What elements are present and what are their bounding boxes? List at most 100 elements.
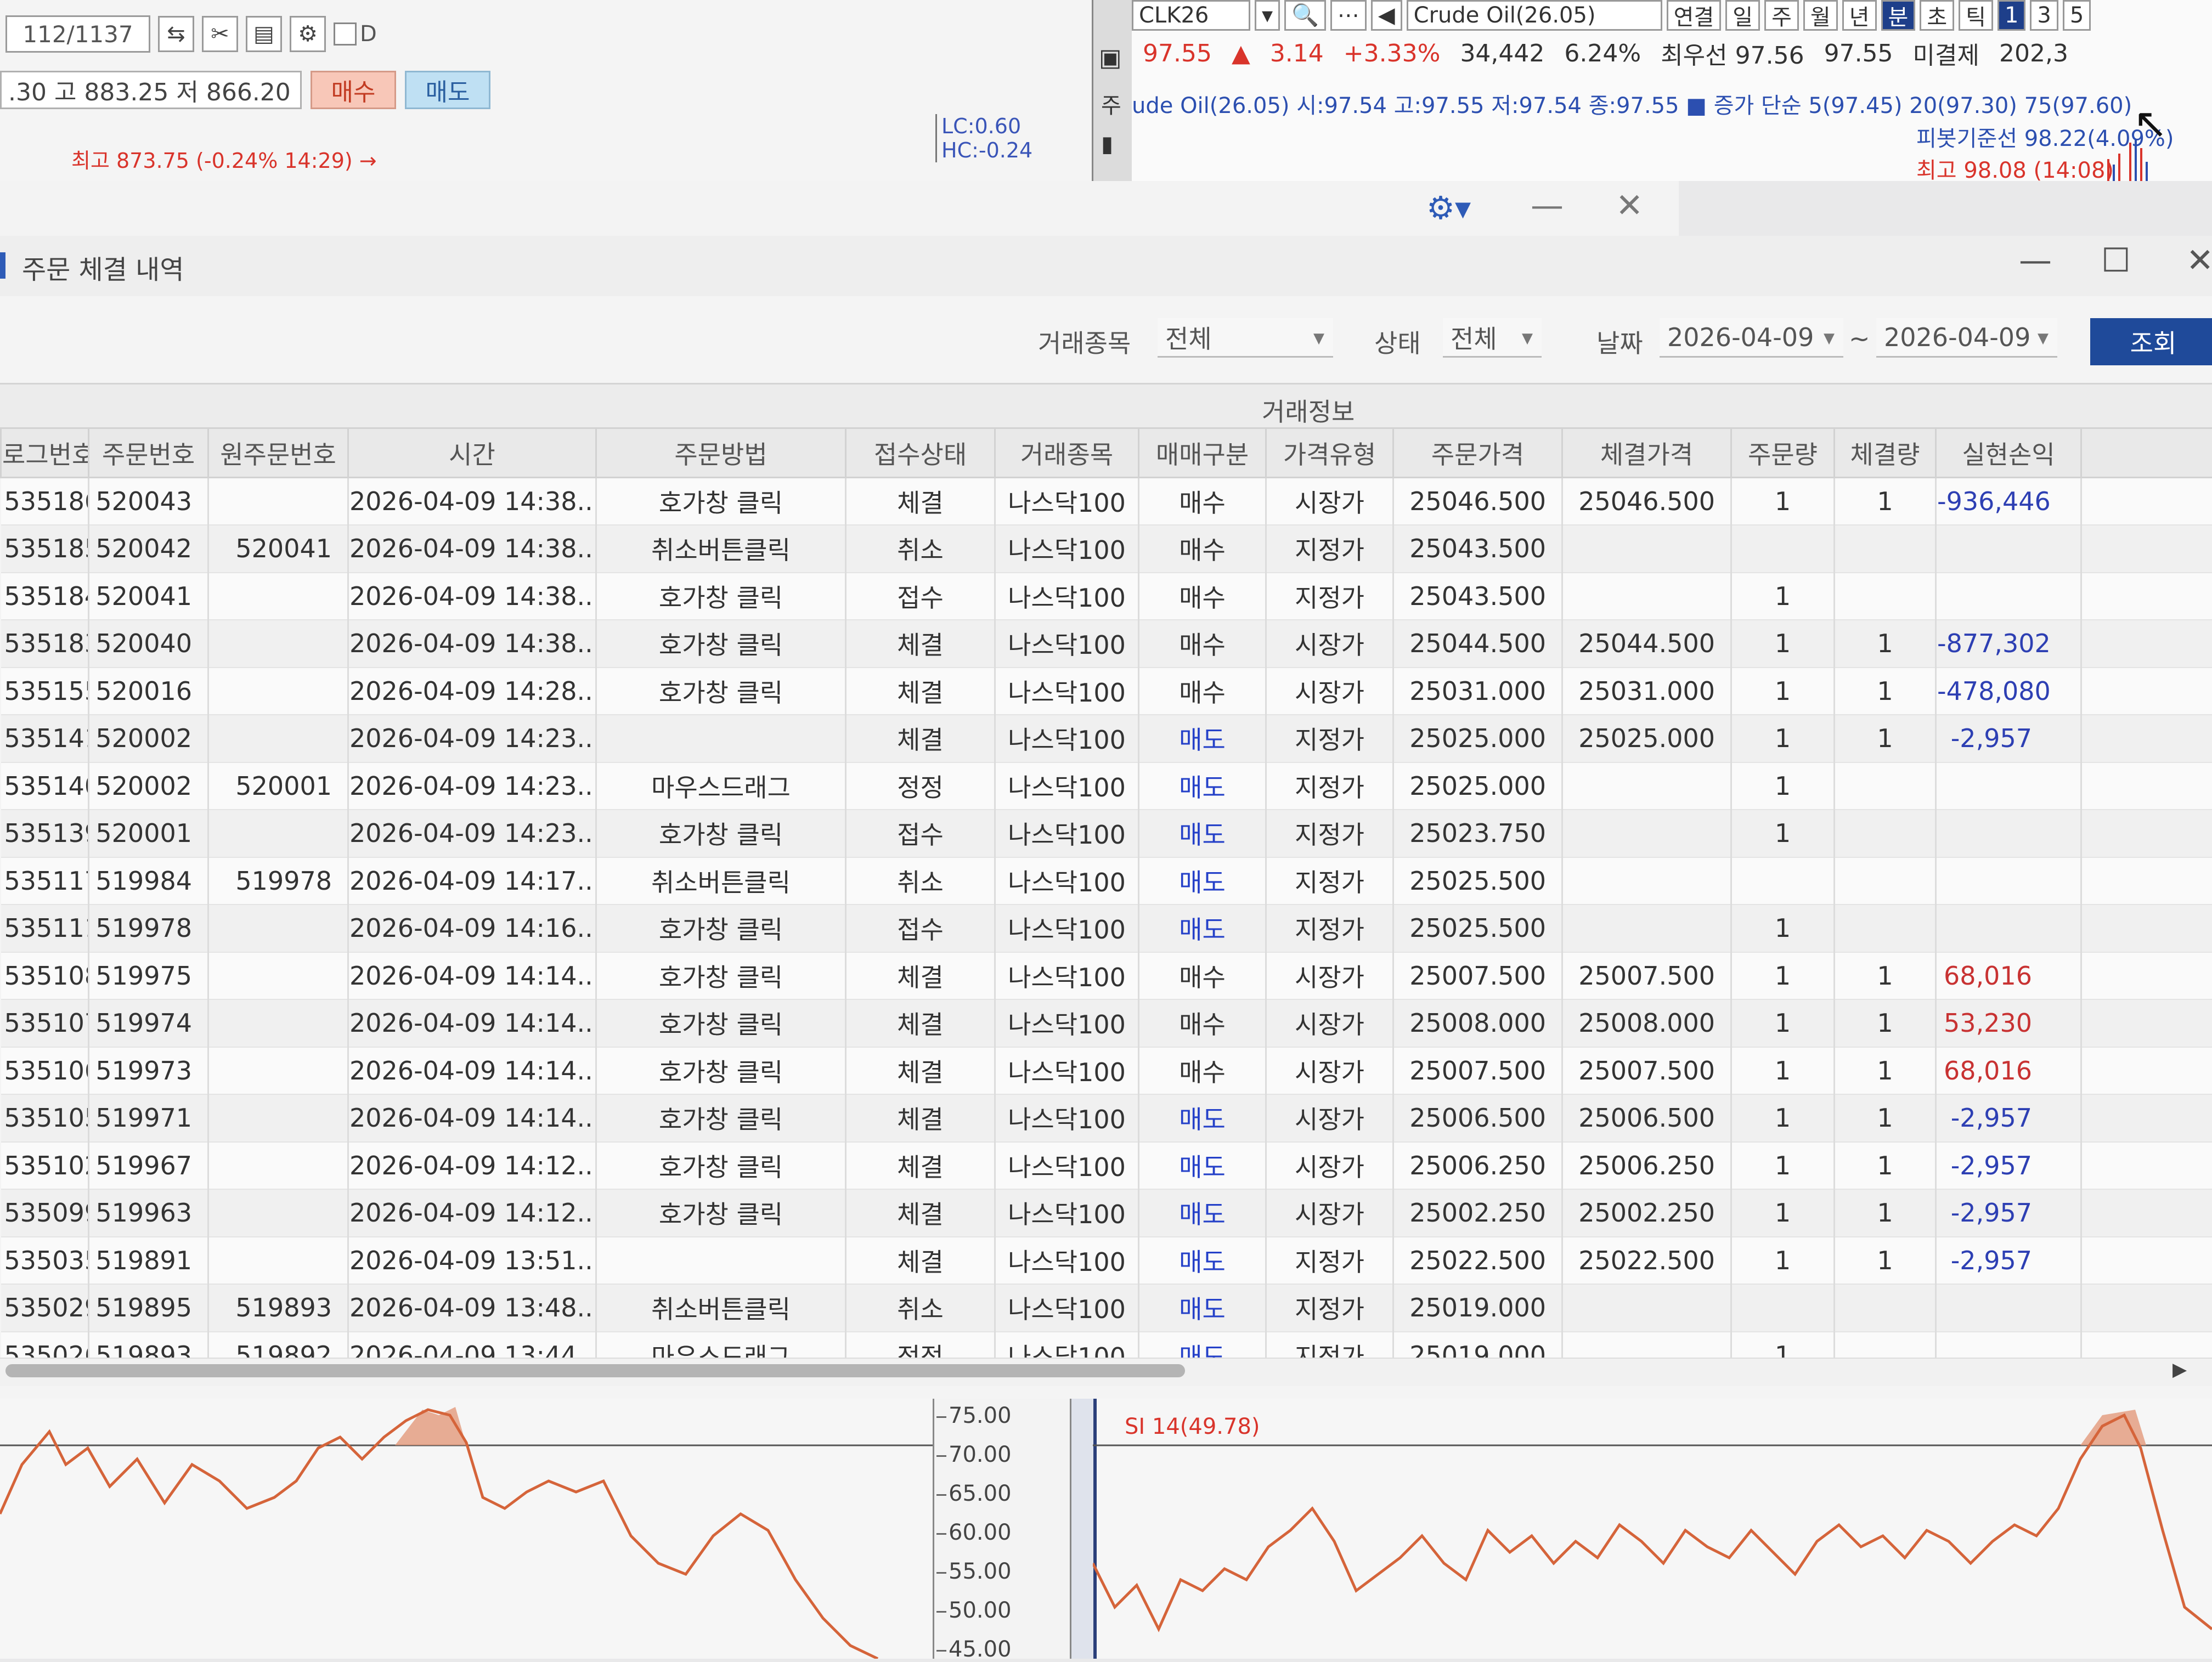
tab-year[interactable]: 년 (1842, 0, 1877, 31)
symbol-filter-select[interactable]: 전체 ▼ (1158, 318, 1333, 358)
column-header-side[interactable]: 매매구분 (1139, 428, 1266, 478)
cell-log-no: 535111 (1, 905, 89, 952)
tab-interval-5[interactable]: 5 (2063, 0, 2091, 31)
cell-filler (2081, 620, 2212, 668)
buy-button[interactable]: 매수 (311, 71, 396, 109)
column-header-time[interactable]: 시간 (348, 428, 596, 478)
cell-price-type: 시장가 (1266, 952, 1393, 1000)
cell-order-price: 25008.000 (1393, 999, 1562, 1047)
column-header-realized-pnl[interactable]: 실현손익 (1936, 428, 2081, 478)
close-icon[interactable]: ✕ (1616, 186, 1643, 225)
table-row[interactable]: 5351395200012026-04-09 14:23...호가창 클릭접수나… (1, 810, 2212, 857)
panel-toggle-icon[interactable]: ▣ (1099, 44, 1122, 72)
column-header-order-price[interactable]: 주문가격 (1393, 428, 1562, 478)
option-checkbox[interactable]: D (334, 21, 377, 47)
sound-icon[interactable]: ◀ (1371, 0, 1402, 31)
date-from-select[interactable]: 2026-04-09 ▼ (1660, 318, 1843, 358)
column-header-order-no[interactable]: 주문번호 (89, 428, 208, 478)
cell-orig-order-no: 519978 (208, 857, 348, 905)
settings-gear-icon[interactable]: ⚙▾ (1426, 189, 1471, 227)
cell-filler (2081, 810, 2212, 857)
table-row[interactable]: 5351835200402026-04-09 14:38...호가창 클릭체결나… (1, 620, 2212, 668)
cell-time: 2026-04-09 14:23... (348, 715, 596, 762)
filter-bar: 거래종목 전체 ▼ 상태 전체 ▼ 날짜 2026-04-09 ▼ ~ 2026… (0, 296, 2212, 378)
minimize-icon[interactable]: — (1531, 186, 1564, 225)
table-row[interactable]: 5351075199742026-04-09 14:14...호가창 클릭체결나… (1, 999, 2212, 1047)
cell-filler (2081, 762, 2212, 810)
scissors-icon[interactable]: ✂ (202, 16, 238, 52)
horizontal-scrollbar[interactable]: ▶ (0, 1358, 2212, 1386)
save-icon[interactable]: ▤ (246, 16, 282, 52)
cell-price-type: 지정가 (1266, 573, 1393, 620)
minimize-icon[interactable]: — (2019, 241, 2052, 280)
scroll-right-icon[interactable]: ▶ (2172, 1359, 2187, 1381)
cell-fill-qty (1835, 762, 1936, 810)
column-header-log-no[interactable]: 로그번호 (1, 428, 89, 478)
cell-order-price: 25007.500 (1393, 952, 1562, 1000)
maximize-icon[interactable]: ☐ (2101, 241, 2131, 280)
chevron-down-icon: ▼ (1522, 330, 1533, 347)
symbol-code[interactable]: CLK26 (1132, 0, 1250, 31)
column-header-order-qty[interactable]: 주문량 (1731, 428, 1835, 478)
column-header-status[interactable]: 접수상태 (846, 428, 995, 478)
cell-order-price: 25002.250 (1393, 1189, 1562, 1237)
checkbox-box[interactable] (334, 22, 357, 46)
cell-fill-price: 25002.250 (1562, 1189, 1731, 1237)
table-row[interactable]: 5351175199845199782026-04-09 14:17...취소버… (1, 857, 2212, 905)
gear-icon[interactable]: ⚙ (290, 16, 326, 52)
table-row[interactable]: 5351115199782026-04-09 14:16...호가창 클릭접수나… (1, 905, 2212, 952)
table-row[interactable]: 5350355198912026-04-09 13:51...체결나스닥100매… (1, 1237, 2212, 1285)
cell-price-type: 지정가 (1266, 715, 1393, 762)
date-to-select[interactable]: 2026-04-09 ▼ (1876, 318, 2057, 358)
table-row[interactable]: 5351025199672026-04-09 14:12...호가창 클릭체결나… (1, 1142, 2212, 1190)
table-row[interactable]: 5351055199712026-04-09 14:14...호가창 클릭체결나… (1, 1094, 2212, 1142)
table-row[interactable]: 5351555200162026-04-09 14:28...호가창 클릭체결나… (1, 668, 2212, 715)
cell-price-type: 시장가 (1266, 668, 1393, 715)
list-icon[interactable]: ▮ (1101, 132, 1113, 157)
table-row[interactable]: 5351415200022026-04-09 14:23...체결나스닥100매… (1, 715, 2212, 762)
split-view-icon[interactable]: ⇆ (158, 16, 194, 52)
cell-realized-pnl: -2,957 (1936, 1142, 2081, 1190)
scrollbar-thumb[interactable] (5, 1364, 1185, 1377)
search-icon[interactable]: 🔍 (1284, 0, 1326, 31)
column-header-symbol[interactable]: 거래종목 (995, 428, 1139, 478)
cell-symbol: 나스닥100 (995, 573, 1139, 620)
column-header-fill-price[interactable]: 체결가격 (1562, 428, 1731, 478)
table-row[interactable]: 5350995199632026-04-09 14:12...호가창 클릭체결나… (1, 1189, 2212, 1237)
column-header-fill-qty[interactable]: 체결량 (1835, 428, 1936, 478)
cell-symbol: 나스닥100 (995, 1237, 1139, 1285)
tab-tick[interactable]: 틱 (1959, 0, 1993, 31)
column-header-price-type[interactable]: 가격유형 (1266, 428, 1393, 478)
sell-button[interactable]: 매도 (405, 71, 490, 109)
table-row[interactable]: 5350295198955198932026-04-09 13:48...취소버… (1, 1284, 2212, 1332)
query-button[interactable]: 조회 (2090, 318, 2212, 365)
symbol-dropdown-icon[interactable]: ▾ (1255, 0, 1280, 31)
column-header-order-method[interactable]: 주문방법 (596, 428, 846, 478)
cell-realized-pnl: 68,016 (1936, 1047, 2081, 1095)
cell-order-no: 520043 (89, 478, 208, 525)
table-row[interactable]: 5351855200425200412026-04-09 14:38...취소버… (1, 525, 2212, 573)
tab-day[interactable]: 일 (1725, 0, 1760, 31)
table-row[interactable]: 5351065199732026-04-09 14:14...호가창 클릭체결나… (1, 1047, 2212, 1095)
cell-fill-price (1562, 810, 1731, 857)
tab-month[interactable]: 월 (1803, 0, 1838, 31)
cell-order-no: 519973 (89, 1047, 208, 1095)
link-icon[interactable]: ⋯ (1330, 0, 1367, 31)
cell-side: 매수 (1139, 620, 1266, 668)
table-row[interactable]: 5351405200025200012026-04-09 14:23...마우스… (1, 762, 2212, 810)
tab-week[interactable]: 주 (1764, 0, 1799, 31)
order-side-icon[interactable]: 주 (1101, 88, 1121, 120)
status-filter-select[interactable]: 전체 ▼ (1443, 318, 1542, 358)
table-row[interactable]: 5351845200412026-04-09 14:38...호가창 클릭접수나… (1, 573, 2212, 620)
table-row[interactable]: 5351085199752026-04-09 14:14...호가창 클릭체결나… (1, 952, 2212, 1000)
tab-interval-3[interactable]: 3 (2030, 0, 2058, 31)
table-row[interactable]: 5351865200432026-04-09 14:38...호가창 클릭체결나… (1, 478, 2212, 525)
close-icon[interactable]: ✕ (2186, 241, 2212, 280)
cell-fill-price: 25006.250 (1562, 1142, 1731, 1190)
tab-second[interactable]: 초 (1920, 0, 1954, 31)
tab-minute[interactable]: 분 (1881, 0, 1916, 31)
tab-interval-1[interactable]: 1 (1997, 0, 2025, 31)
tab-connect[interactable]: 연결 (1667, 0, 1722, 31)
column-header-orig-order-no[interactable]: 원주문번호 (208, 428, 348, 478)
cell-order-price: 25046.500 (1393, 478, 1562, 525)
